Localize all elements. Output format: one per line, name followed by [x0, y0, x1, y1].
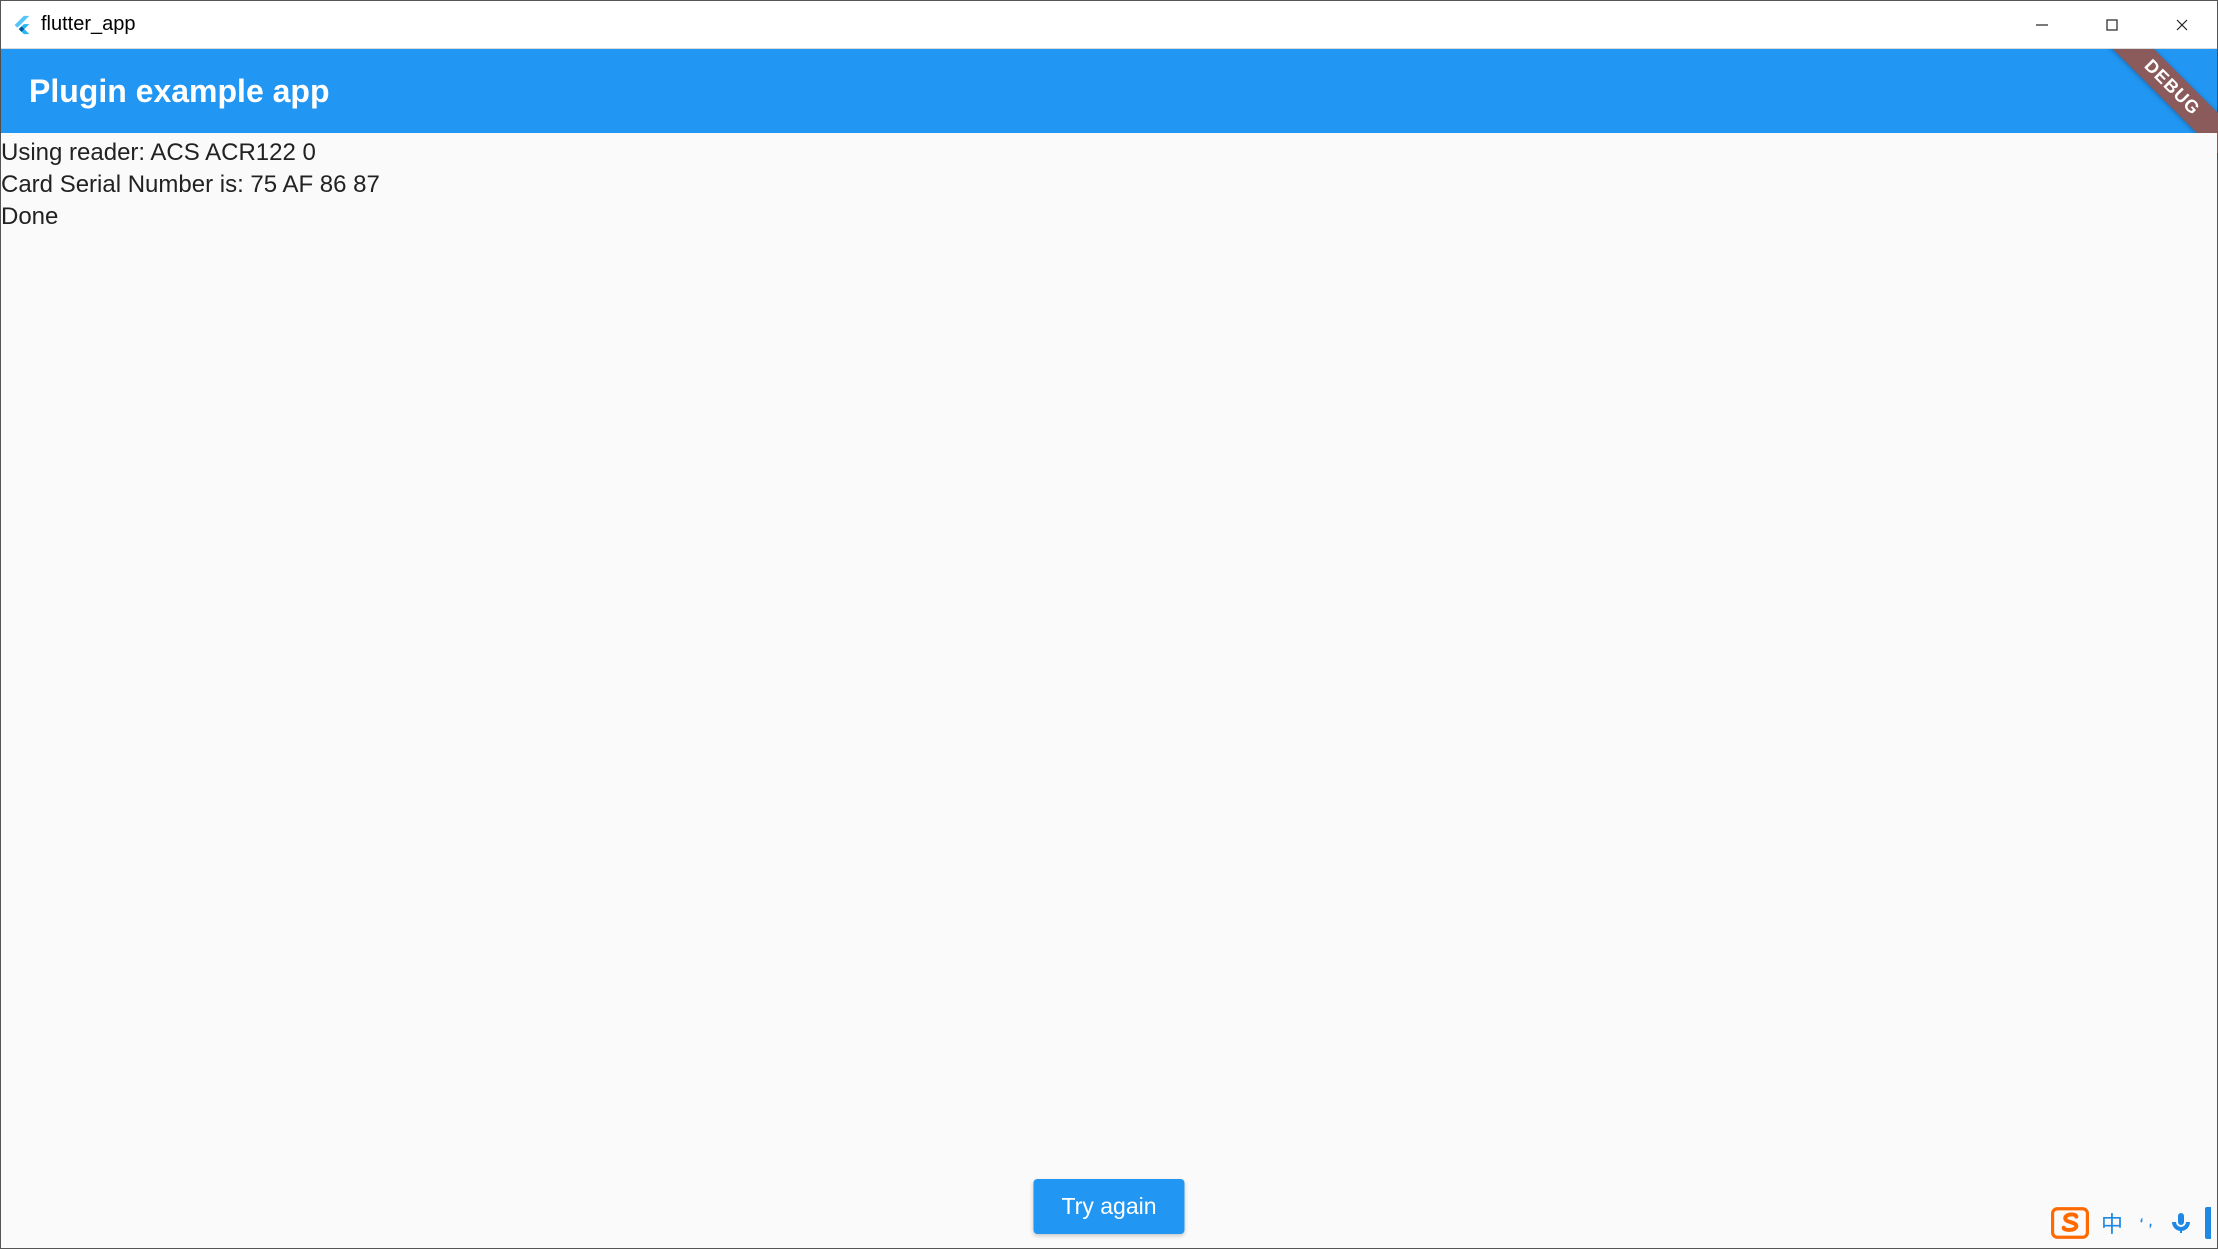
maximize-button[interactable]	[2077, 1, 2147, 48]
try-again-button[interactable]: Try again	[1033, 1179, 1184, 1234]
ime-punctuation-icon[interactable]	[2135, 1212, 2157, 1234]
ime-language-indicator[interactable]: 中	[2101, 1207, 2123, 1239]
ime-toolbar: 中	[2045, 1198, 2217, 1248]
output-line: Card Serial Number is: 75 AF 86 87	[1, 169, 2217, 201]
microphone-icon[interactable]	[2169, 1211, 2193, 1235]
window-controls	[2007, 1, 2217, 48]
output-text: Using reader: ACS ACR122 0 Card Serial N…	[1, 133, 2217, 233]
window-title: flutter_app	[41, 13, 136, 36]
appbar: Plugin example app	[1, 49, 2217, 133]
appbar-title: Plugin example app	[29, 73, 330, 110]
output-line: Done	[1, 201, 2217, 233]
sogou-ime-icon[interactable]	[2051, 1204, 2089, 1242]
ime-partial-icon[interactable]	[2205, 1207, 2211, 1239]
minimize-button[interactable]	[2007, 1, 2077, 48]
window-titlebar: flutter_app	[1, 1, 2217, 49]
close-button[interactable]	[2147, 1, 2217, 48]
titlebar-left: flutter_app	[11, 13, 136, 36]
app-window: flutter_app Plugin example app DEBUG Usi…	[0, 0, 2218, 1249]
content-area: Using reader: ACS ACR122 0 Card Serial N…	[1, 133, 2217, 1248]
output-line: Using reader: ACS ACR122 0	[1, 137, 2217, 169]
flutter-icon	[11, 14, 33, 36]
